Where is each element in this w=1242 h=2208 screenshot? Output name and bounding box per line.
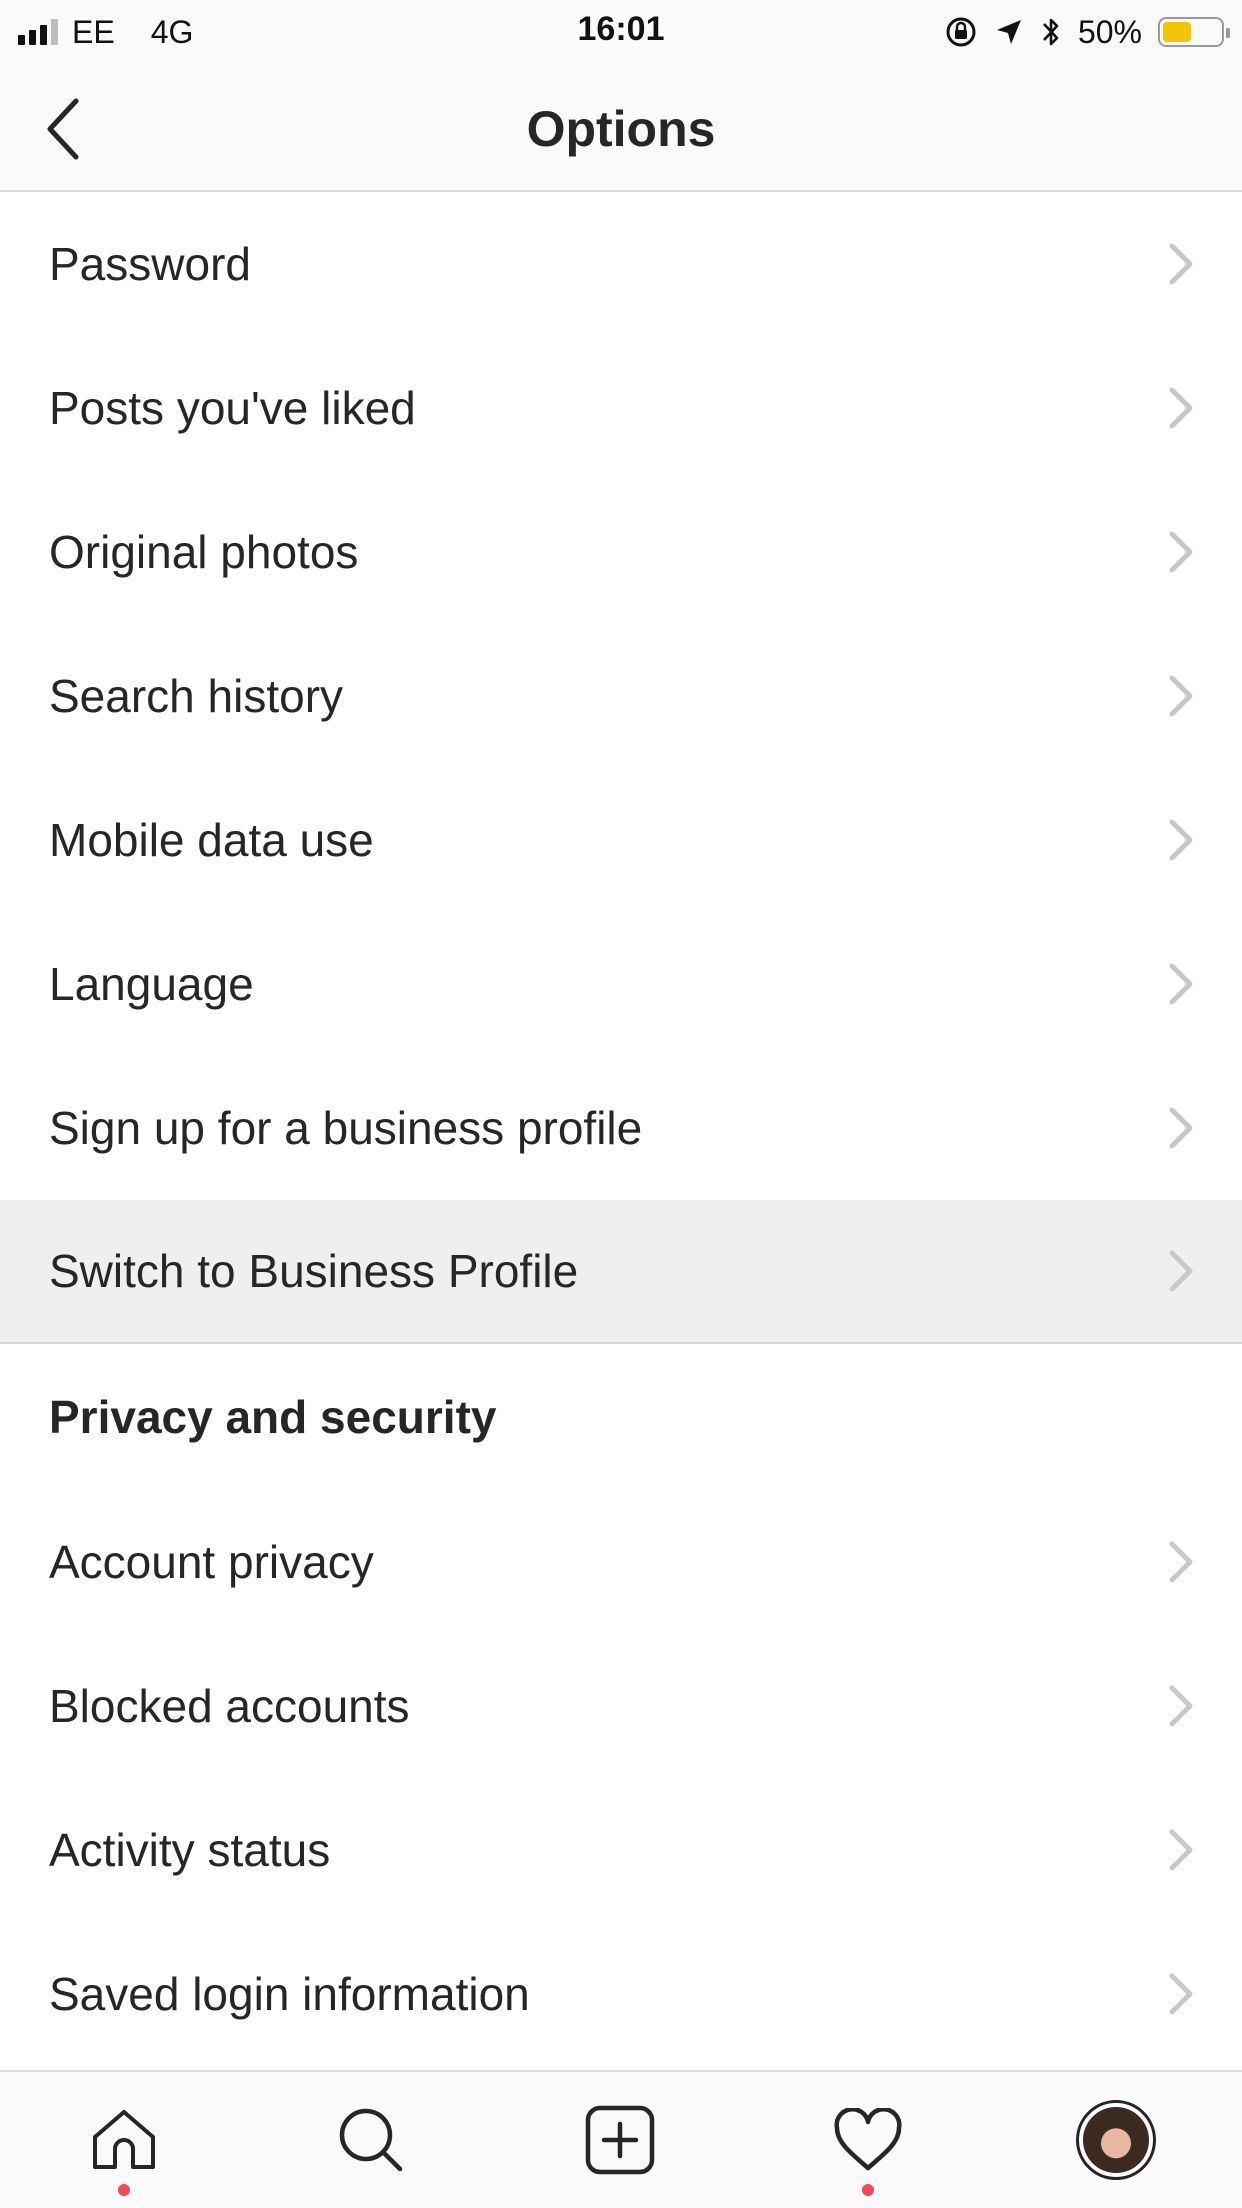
tab-search[interactable] — [296, 2072, 446, 2208]
option-original-photos[interactable]: Original photos — [0, 480, 1242, 624]
option-activity-status[interactable]: Activity status — [0, 1778, 1242, 1922]
option-account-privacy[interactable]: Account privacy — [0, 1490, 1242, 1634]
chevron-right-icon — [1169, 1250, 1193, 1292]
bluetooth-icon — [1043, 18, 1059, 46]
option-label: Mobile data use — [49, 814, 374, 866]
option-label: Password — [49, 238, 251, 290]
heart-icon — [834, 2108, 902, 2171]
page-title: Options — [526, 101, 716, 157]
option-blocked-accounts[interactable]: Blocked accounts — [0, 1634, 1242, 1778]
battery-percentage: 50% — [1077, 13, 1142, 50]
notification-dot — [862, 2184, 874, 2196]
option-search-history[interactable]: Search history — [0, 624, 1242, 768]
option-saved-login[interactable]: Saved login information — [0, 1922, 1242, 2066]
option-business-signup[interactable]: Sign up for a business profile — [0, 1056, 1242, 1200]
section-header-privacy: Privacy and security — [0, 1344, 1242, 1490]
add-post-icon — [585, 2105, 655, 2175]
option-label: Blocked accounts — [49, 1680, 410, 1732]
chevron-right-icon — [1169, 1107, 1193, 1149]
option-label: Original photos — [49, 526, 359, 578]
status-bar: EE 4G 16:01 50% — [0, 0, 1242, 64]
option-label: Language — [49, 958, 254, 1010]
chevron-right-icon — [1169, 1829, 1193, 1871]
profile-avatar — [1076, 2100, 1156, 2180]
option-mobile-data-use[interactable]: Mobile data use — [0, 768, 1242, 912]
tab-home[interactable] — [49, 2072, 199, 2208]
option-label: Search history — [49, 670, 344, 722]
option-label: Activity status — [49, 1824, 331, 1876]
chevron-right-icon — [1169, 243, 1193, 285]
option-label: Saved login information — [49, 1968, 530, 2020]
chevron-right-icon — [1169, 1973, 1193, 2015]
option-language[interactable]: Language — [0, 912, 1242, 1056]
tab-profile[interactable] — [1041, 2072, 1191, 2208]
chevron-right-icon — [1169, 1541, 1193, 1583]
chevron-right-icon — [1169, 963, 1193, 1005]
option-switch-business[interactable]: Switch to Business Profile — [0, 1200, 1242, 1344]
option-posts-liked[interactable]: Posts you've liked — [0, 336, 1242, 480]
chevron-right-icon — [1169, 1685, 1193, 1727]
chevron-right-icon — [1169, 387, 1193, 429]
chevron-right-icon — [1169, 531, 1193, 573]
location-arrow-icon — [996, 20, 1021, 44]
tab-add-post[interactable] — [545, 2072, 695, 2208]
chevron-right-icon — [1169, 675, 1193, 717]
status-right: 50% — [944, 10, 1230, 54]
tab-bar — [0, 2070, 1242, 2208]
options-list: Password Posts you've liked Original pho… — [0, 192, 1242, 2066]
search-icon — [339, 2108, 403, 2172]
option-label: Posts you've liked — [49, 382, 416, 434]
option-label: Account privacy — [49, 1536, 374, 1588]
option-label: Switch to Business Profile — [49, 1245, 579, 1297]
option-label: Sign up for a business profile — [49, 1102, 643, 1154]
chevron-right-icon — [1169, 819, 1193, 861]
battery-icon — [1158, 17, 1230, 47]
orientation-lock-icon — [946, 17, 976, 47]
tab-activity[interactable] — [793, 2072, 943, 2208]
option-password[interactable]: Password — [0, 192, 1242, 336]
notification-dot — [118, 2184, 130, 2196]
home-icon — [93, 2110, 155, 2169]
section-title: Privacy and security — [49, 1391, 497, 1443]
navigation-bar: Options — [0, 64, 1242, 192]
